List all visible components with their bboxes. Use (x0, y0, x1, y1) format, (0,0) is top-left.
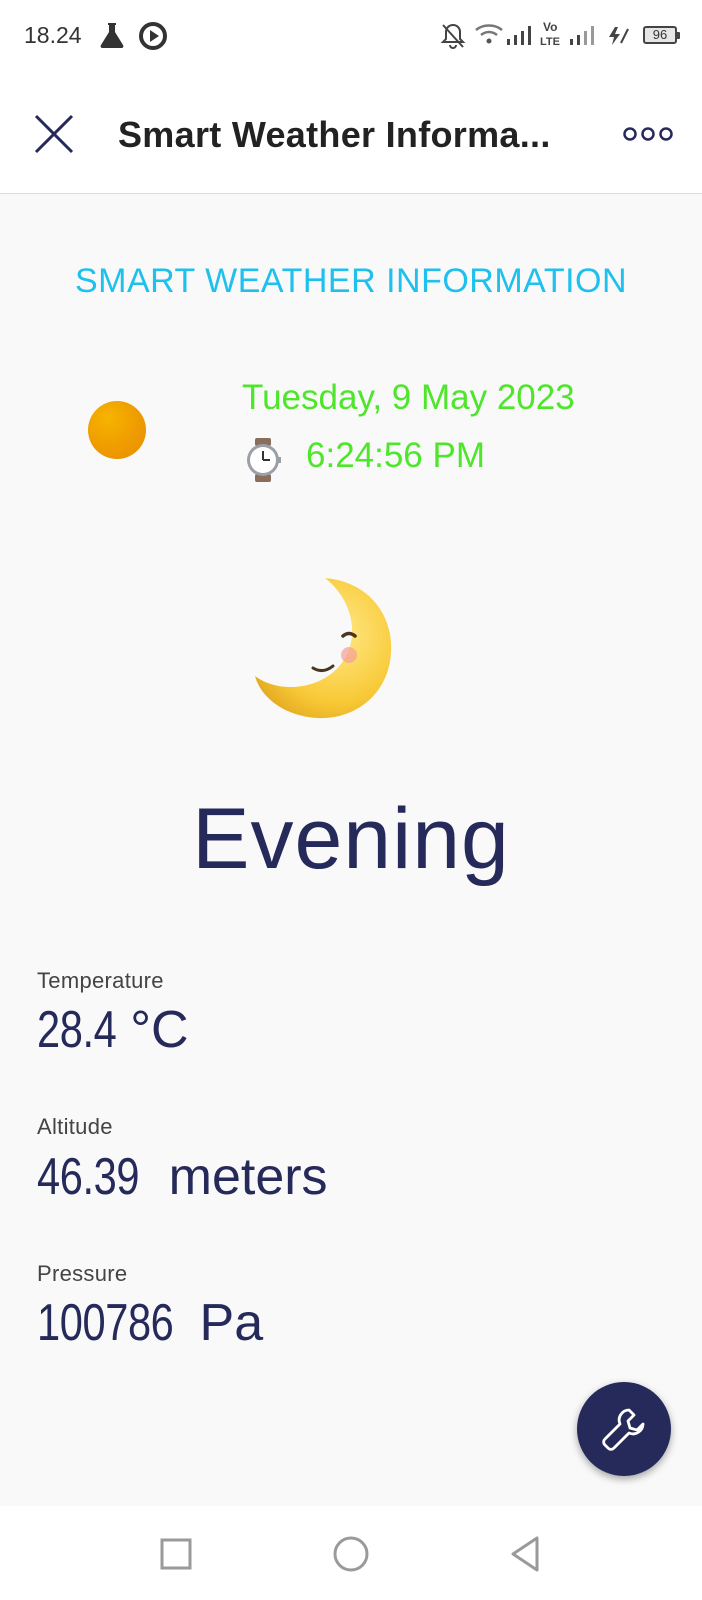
settings-fab-button[interactable] (577, 1382, 671, 1476)
volte-icon: Vo LTE (540, 20, 560, 48)
time-display: 6:24:56 PM (306, 436, 485, 475)
signal-icon (570, 26, 594, 45)
close-icon[interactable] (30, 110, 78, 158)
system-nav-bar (0, 1506, 702, 1600)
battery-icon: 96 (643, 26, 680, 44)
altitude-number: 46.39 (37, 1148, 140, 1206)
wifi-icon (475, 24, 503, 44)
play-circle-icon (139, 22, 167, 50)
status-indicator-dot (88, 401, 146, 459)
altitude-label: Altitude (37, 1114, 113, 1139)
pressure-value: 100786 Pa (37, 1293, 263, 1353)
temperature-unit: °C (130, 1001, 189, 1059)
back-triangle-icon[interactable] (507, 1534, 547, 1574)
page-heading: SMART WEATHER INFORMATION (74, 262, 628, 300)
temperature-label: Temperature (37, 968, 164, 993)
flask-icon (100, 23, 124, 48)
wrench-icon (602, 1408, 645, 1451)
app-title: Smart Weather Informa... (118, 114, 551, 155)
temperature-value: 28.4 °C (37, 1000, 189, 1060)
charging-icon (609, 27, 629, 45)
more-dots-icon[interactable] (622, 122, 674, 146)
svg-text:Vo: Vo (543, 20, 557, 34)
date-display: Tuesday, 9 May 2023 (242, 378, 575, 417)
pressure-label: Pressure (37, 1261, 128, 1286)
wristwatch-icon (247, 438, 281, 482)
status-time: 18.24 (24, 22, 82, 48)
bell-off-icon (440, 23, 466, 49)
temperature-number: 28.4 (37, 1001, 117, 1059)
time-of-day-label: Evening (192, 791, 510, 887)
altitude-value: 46.39 meters (37, 1147, 328, 1207)
home-circle-icon[interactable] (331, 1534, 371, 1574)
status-bar: 18.24 Vo LTE 96 (0, 0, 702, 72)
recents-square-icon[interactable] (156, 1534, 196, 1574)
pressure-number: 100786 (37, 1294, 174, 1352)
svg-text:LTE: LTE (540, 36, 560, 48)
altitude-unit: meters (168, 1148, 328, 1206)
pressure-unit: Pa (199, 1294, 264, 1352)
app-bar: Smart Weather Informa... (0, 72, 702, 194)
crescent-moon-icon (255, 578, 392, 719)
signal-icon (507, 26, 531, 45)
